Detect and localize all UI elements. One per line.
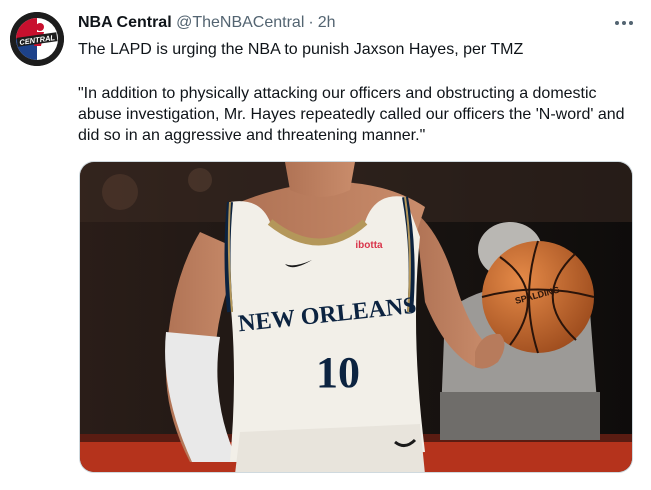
tweet-text-line: The LAPD is urging the NBA to punish Jax… [78,41,524,58]
tweet-header: NBA Central @TheNBACentral · 2h [78,13,336,33]
jersey-sponsor: ibotta [355,240,383,251]
author-handle[interactable]: @TheNBACentral [176,14,304,31]
more-horizontal-icon [615,21,633,25]
avatar[interactable]: CENTRAL [10,12,64,66]
more-options-button[interactable] [607,8,641,38]
basketball-player-image: ibotta NEW ORLEANS 10 SPALDING [80,162,632,472]
tweet-quote-text: "In addition to physically attacking our… [78,85,625,144]
jersey-number: 10 [316,348,360,397]
nba-central-logo: CENTRAL [10,12,64,66]
author-name[interactable]: NBA Central [78,14,172,31]
tweet-timestamp[interactable]: 2h [318,14,336,31]
separator-dot: · [308,14,314,31]
tweet-photo[interactable]: ibotta NEW ORLEANS 10 SPALDING [79,161,633,473]
